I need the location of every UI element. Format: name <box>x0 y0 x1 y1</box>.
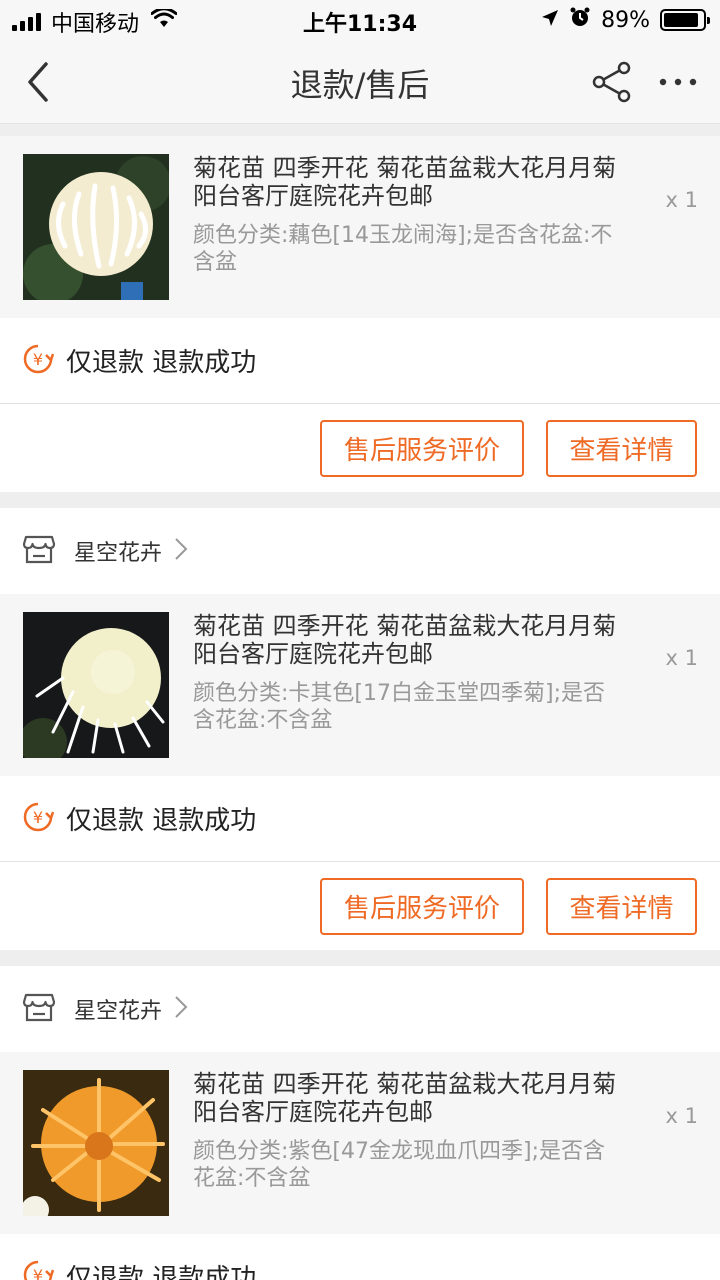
product-sku: 颜色分类:紫色[47金龙现血爪四季];是否含花盆:不含盆 <box>193 1139 605 1191</box>
product-quantity: x 1 <box>665 1104 698 1128</box>
shop-header[interactable]: 星空花卉 <box>0 508 720 594</box>
view-details-button[interactable]: 查看详情 <box>546 878 697 935</box>
more-button[interactable] <box>656 60 700 104</box>
more-icon <box>659 78 697 86</box>
product-thumbnail <box>23 612 169 758</box>
svg-text:¥: ¥ <box>33 808 43 827</box>
refund-icon: ¥ <box>22 343 55 379</box>
product-title: 菊花苗 四季开花 菊花苗盆栽大花月月菊阳台客厅庭院花卉包邮 <box>193 612 617 668</box>
alarm-icon <box>569 6 591 34</box>
product-item[interactable]: 菊花苗 四季开花 菊花苗盆栽大花月月菊阳台客厅庭院花卉包邮 颜色分类:卡其色[1… <box>0 594 720 776</box>
action-row: 售后服务评价 查看详情 <box>0 862 720 950</box>
shop-header[interactable]: 星空花卉 <box>0 966 720 1052</box>
view-details-button[interactable]: 查看详情 <box>546 420 697 477</box>
shop-name: 星空花卉 <box>74 541 163 566</box>
location-icon <box>541 8 559 33</box>
chevron-right-icon <box>174 995 188 1023</box>
product-title: 菊花苗 四季开花 菊花苗盆栽大花月月菊阳台客厅庭院花卉包邮 <box>193 154 617 210</box>
share-button[interactable] <box>590 60 634 104</box>
product-sku: 颜色分类:藕色[14玉龙闹海];是否含花盆:不含盆 <box>193 223 613 275</box>
refund-status-row: ¥ 仅退款 退款成功 <box>0 318 720 404</box>
refund-status: 仅退款 退款成功 <box>66 806 257 836</box>
refund-icon: ¥ <box>22 1259 55 1280</box>
refund-card: 星空花卉 菊花苗 四季开花 菊花苗盆栽大花月月菊阳台客厅庭院花卉包邮 颜色分类:… <box>0 508 720 950</box>
svg-text:¥: ¥ <box>33 350 43 369</box>
product-quantity: x 1 <box>665 646 698 670</box>
action-row: 售后服务评价 查看详情 <box>0 404 720 492</box>
refund-status: 仅退款 退款成功 <box>66 1264 257 1280</box>
after-sale-review-button[interactable]: 售后服务评价 <box>320 420 524 477</box>
store-icon <box>22 533 56 569</box>
product-thumbnail <box>23 1070 169 1216</box>
product-sku: 颜色分类:卡其色[17白金玉堂四季菊];是否含花盆:不含盆 <box>193 681 605 733</box>
chevron-right-icon <box>174 537 188 565</box>
product-quantity: x 1 <box>665 188 698 212</box>
battery-percent: 89% <box>601 7 650 33</box>
refund-card: 星空花卉 菊花苗 四季开花 菊花苗盆栽大花月月菊阳台客厅庭院花卉包邮 颜色分类:… <box>0 966 720 1280</box>
battery-icon <box>660 9 710 31</box>
share-icon <box>592 61 631 103</box>
svg-text:¥: ¥ <box>33 1266 43 1280</box>
refund-card: 菊花苗 四季开花 菊花苗盆栽大花月月菊阳台客厅庭院花卉包邮 颜色分类:藕色[14… <box>0 136 720 492</box>
refund-status-row: ¥ 仅退款 退款成功 <box>0 776 720 862</box>
after-sale-review-button[interactable]: 售后服务评价 <box>320 878 524 935</box>
refund-status: 仅退款 退款成功 <box>66 348 257 378</box>
store-icon <box>22 991 56 1027</box>
shop-name: 星空花卉 <box>74 999 163 1024</box>
product-title: 菊花苗 四季开花 菊花苗盆栽大花月月菊阳台客厅庭院花卉包邮 <box>193 1070 617 1126</box>
refund-status-row: ¥ 仅退款 退款成功 <box>0 1234 720 1280</box>
product-thumbnail <box>23 154 169 300</box>
nav-bar: 退款/售后 <box>0 40 720 124</box>
product-item[interactable]: 菊花苗 四季开花 菊花苗盆栽大花月月菊阳台客厅庭院花卉包邮 颜色分类:紫色[47… <box>0 1052 720 1234</box>
product-item[interactable]: 菊花苗 四季开花 菊花苗盆栽大花月月菊阳台客厅庭院花卉包邮 颜色分类:藕色[14… <box>0 136 720 318</box>
refund-list: 菊花苗 四季开花 菊花苗盆栽大花月月菊阳台客厅庭院花卉包邮 颜色分类:藕色[14… <box>0 136 720 1280</box>
refund-icon: ¥ <box>22 801 55 837</box>
status-bar: 中国移动 上午11:34 89% <box>0 0 720 40</box>
